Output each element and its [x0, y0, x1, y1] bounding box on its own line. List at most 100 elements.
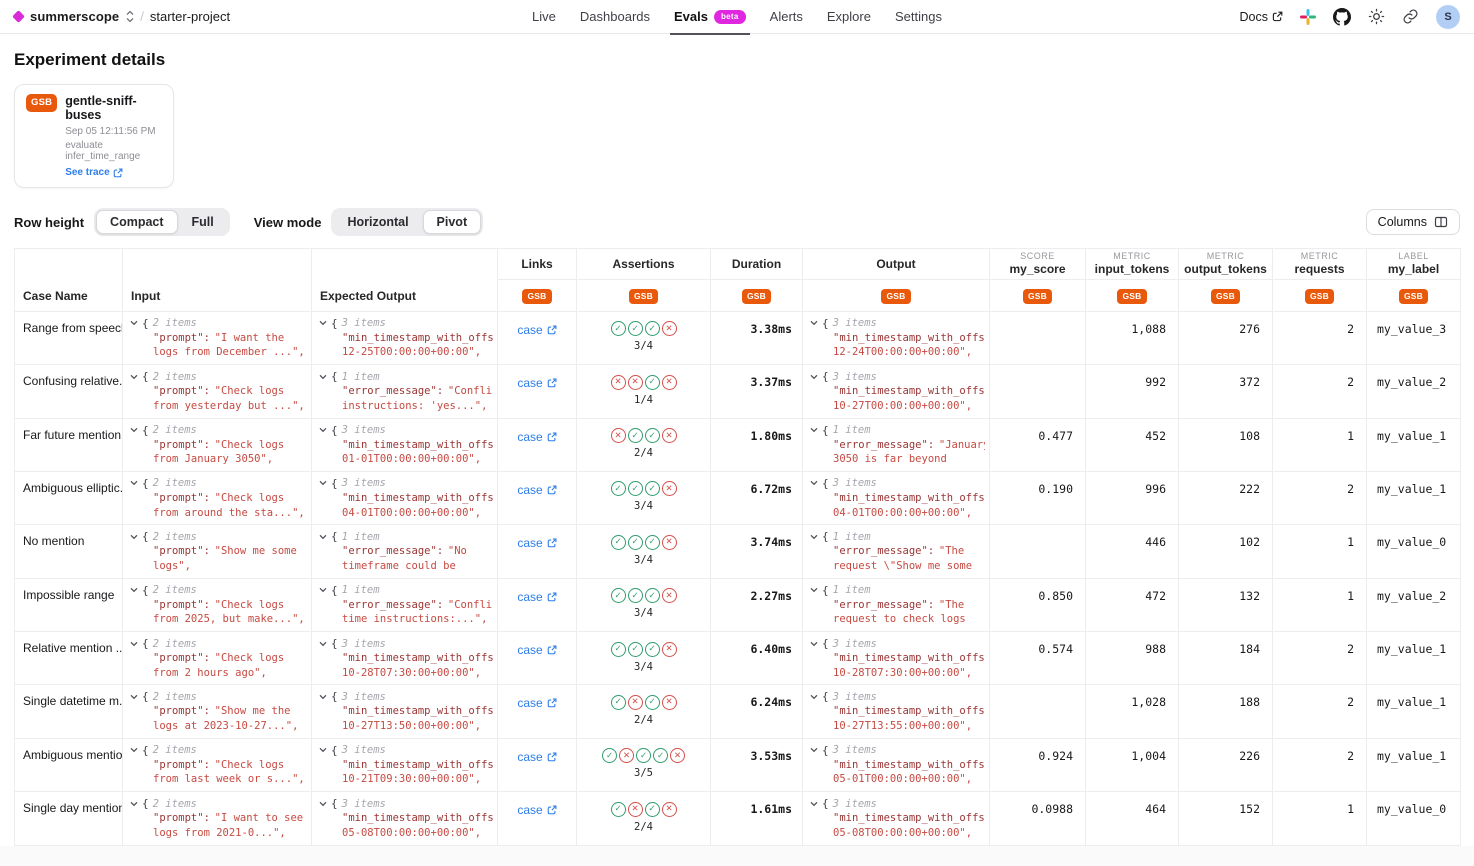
- chevron-down-icon[interactable]: [319, 641, 327, 647]
- expected-output-cell[interactable]: { 3 items "min_timestamp_with_offset" 12…: [312, 311, 498, 364]
- experiment-badge[interactable]: GSB: [629, 289, 658, 304]
- table-row[interactable]: Single datetime m... { 2 items "prompt":…: [15, 685, 1461, 738]
- input-cell[interactable]: { 2 items "prompt":"Show me the logs at …: [123, 685, 312, 738]
- nav-tab-settings[interactable]: Settings: [883, 0, 954, 34]
- expected-output-cell[interactable]: { 3 items "min_timestamp_with_offset" 04…: [312, 471, 498, 524]
- chevron-down-icon[interactable]: [810, 747, 818, 753]
- nav-tab-alerts[interactable]: Alerts: [758, 0, 815, 34]
- project-name[interactable]: starter-project: [150, 9, 230, 24]
- chevron-down-icon[interactable]: [130, 374, 138, 380]
- chevron-down-icon[interactable]: [810, 641, 818, 647]
- experiment-card[interactable]: GSB gentle-sniff-buses Sep 05 12:11:56 P…: [14, 84, 174, 188]
- share-link-icon[interactable]: [1402, 8, 1419, 25]
- case-link[interactable]: case: [517, 323, 556, 337]
- experiment-badge[interactable]: GSB: [1399, 289, 1428, 304]
- case-link[interactable]: case: [517, 536, 556, 550]
- table-row[interactable]: Confusing relative... { 2 items "prompt"…: [15, 365, 1461, 418]
- expected-output-cell[interactable]: { 3 items "min_timestamp_with_offset" 10…: [312, 685, 498, 738]
- case-link[interactable]: case: [517, 590, 556, 604]
- chevron-down-icon[interactable]: [810, 534, 818, 540]
- theme-toggle-icon[interactable]: [1368, 8, 1385, 25]
- table-row[interactable]: Impossible range { 2 items "prompt":"Che…: [15, 578, 1461, 631]
- output-cell[interactable]: { 3 items "min_timestamp_with_offset" 04…: [803, 471, 990, 524]
- columns-button[interactable]: Columns: [1366, 209, 1460, 235]
- chevron-down-icon[interactable]: [810, 694, 818, 700]
- view-mode-horizontal-button[interactable]: Horizontal: [333, 210, 422, 234]
- output-cell[interactable]: { 3 items "min_timestamp_with_offset" 12…: [803, 311, 990, 364]
- chevron-down-icon[interactable]: [319, 801, 327, 807]
- chevron-down-icon[interactable]: [810, 480, 818, 486]
- output-cell[interactable]: { 3 items "min_timestamp_with_offset" 05…: [803, 792, 990, 845]
- case-link[interactable]: case: [517, 803, 556, 817]
- input-cell[interactable]: { 2 items "prompt":"Show me some logs",: [123, 525, 312, 578]
- docs-link[interactable]: Docs: [1240, 10, 1283, 24]
- expected-output-cell[interactable]: { 3 items "min_timestamp_with_offset" 10…: [312, 738, 498, 791]
- table-row[interactable]: Range from speech { 2 items "prompt":"I …: [15, 311, 1461, 364]
- chevron-down-icon[interactable]: [319, 374, 327, 380]
- expected-output-cell[interactable]: { 1 item "error_message":"Conflicti inst…: [312, 365, 498, 418]
- chevron-down-icon[interactable]: [130, 320, 138, 326]
- avatar[interactable]: S: [1436, 5, 1460, 29]
- nav-tab-explore[interactable]: Explore: [815, 0, 883, 34]
- output-cell[interactable]: { 3 items "min_timestamp_with_offset" 10…: [803, 632, 990, 685]
- chevron-down-icon[interactable]: [810, 427, 818, 433]
- input-cell[interactable]: { 2 items "prompt":"I want to see logs f…: [123, 792, 312, 845]
- chevron-down-icon[interactable]: [130, 427, 138, 433]
- chevron-down-icon[interactable]: [810, 374, 818, 380]
- case-link[interactable]: case: [517, 696, 556, 710]
- row-height-full-button[interactable]: Full: [178, 210, 228, 234]
- nav-tab-evals[interactable]: Evals beta: [662, 0, 758, 34]
- experiment-badge[interactable]: GSB: [1117, 289, 1146, 304]
- chevron-down-icon[interactable]: [130, 587, 138, 593]
- case-link[interactable]: case: [517, 643, 556, 657]
- output-cell[interactable]: { 3 items "min_timestamp_with_offset" 10…: [803, 685, 990, 738]
- expected-output-cell[interactable]: { 1 item "error_message":"Conflicti time…: [312, 578, 498, 631]
- github-icon[interactable]: [1333, 8, 1351, 26]
- experiment-badge[interactable]: GSB: [1211, 289, 1240, 304]
- chevron-down-icon[interactable]: [810, 587, 818, 593]
- slack-icon[interactable]: [1300, 9, 1316, 25]
- chevron-down-icon[interactable]: [319, 747, 327, 753]
- chevron-down-icon[interactable]: [319, 694, 327, 700]
- table-row[interactable]: Ambiguous mention { 2 items "prompt":"Ch…: [15, 738, 1461, 791]
- input-cell[interactable]: { 2 items "prompt":"Check logs from 2025…: [123, 578, 312, 631]
- case-link[interactable]: case: [517, 376, 556, 390]
- chevron-down-icon[interactable]: [810, 801, 818, 807]
- table-row[interactable]: Far future mention { 2 items "prompt":"C…: [15, 418, 1461, 471]
- experiment-badge[interactable]: GSB: [522, 289, 551, 304]
- experiment-badge[interactable]: GSB: [881, 289, 910, 304]
- case-link[interactable]: case: [517, 483, 556, 497]
- row-height-compact-button[interactable]: Compact: [96, 210, 177, 234]
- output-cell[interactable]: { 3 items "min_timestamp_with_offset" 05…: [803, 738, 990, 791]
- chevron-down-icon[interactable]: [319, 320, 327, 326]
- chevron-down-icon[interactable]: [319, 480, 327, 486]
- chevron-down-icon[interactable]: [319, 534, 327, 540]
- chevron-down-icon[interactable]: [130, 801, 138, 807]
- chevron-down-icon[interactable]: [130, 534, 138, 540]
- chevron-down-icon[interactable]: [319, 427, 327, 433]
- see-trace-link[interactable]: See trace: [65, 167, 162, 178]
- chevron-down-icon[interactable]: [810, 320, 818, 326]
- chevron-down-icon[interactable]: [130, 480, 138, 486]
- input-cell[interactable]: { 2 items "prompt":"Check logs from arou…: [123, 471, 312, 524]
- case-link[interactable]: case: [517, 750, 556, 764]
- output-cell[interactable]: { 1 item "error_message":"The request to…: [803, 578, 990, 631]
- chevron-down-icon[interactable]: [130, 747, 138, 753]
- chevron-down-icon[interactable]: [130, 694, 138, 700]
- expected-output-cell[interactable]: { 1 item "error_message":"No timeframe c…: [312, 525, 498, 578]
- expected-output-cell[interactable]: { 3 items "min_timestamp_with_offset" 10…: [312, 632, 498, 685]
- input-cell[interactable]: { 2 items "prompt":"I want the logs from…: [123, 311, 312, 364]
- case-link[interactable]: case: [517, 430, 556, 444]
- experiment-badge[interactable]: GSB: [1023, 289, 1052, 304]
- expected-output-cell[interactable]: { 3 items "min_timestamp_with_offset" 01…: [312, 418, 498, 471]
- table-row[interactable]: Single day mention { 2 items "prompt":"I…: [15, 792, 1461, 845]
- output-cell[interactable]: { 1 item "error_message":"The request \"…: [803, 525, 990, 578]
- output-cell[interactable]: { 3 items "min_timestamp_with_offset" 10…: [803, 365, 990, 418]
- experiment-badge[interactable]: GSB: [742, 289, 771, 304]
- table-row[interactable]: Ambiguous elliptic... { 2 items "prompt"…: [15, 471, 1461, 524]
- input-cell[interactable]: { 2 items "prompt":"Check logs from 2 ho…: [123, 632, 312, 685]
- chevron-down-icon[interactable]: [130, 641, 138, 647]
- input-cell[interactable]: { 2 items "prompt":"Check logs from last…: [123, 738, 312, 791]
- nav-tab-dashboards[interactable]: Dashboards: [568, 0, 662, 34]
- workspace-switcher[interactable]: summerscope: [14, 9, 134, 24]
